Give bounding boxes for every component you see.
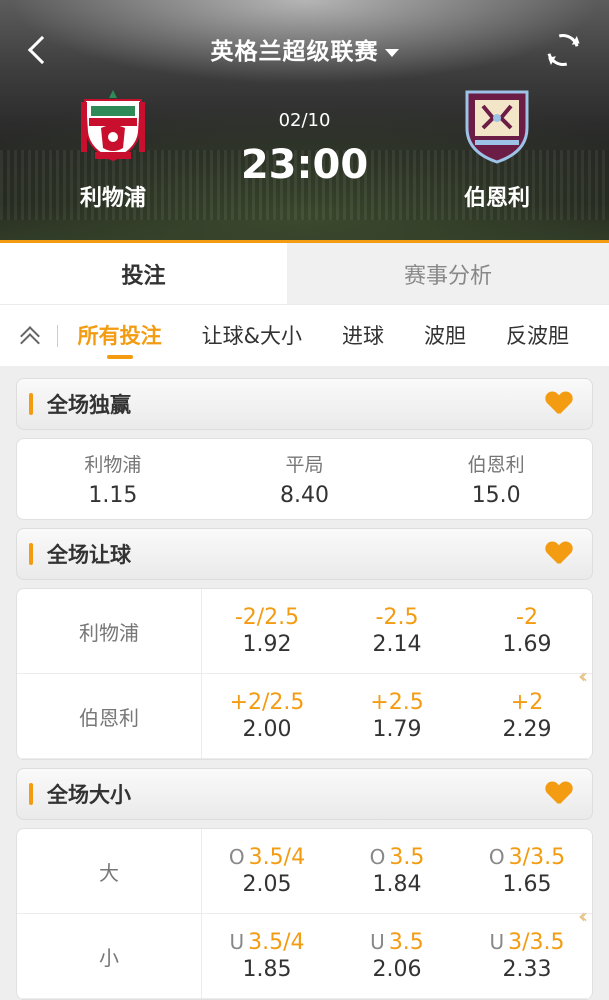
handicap-line: +2/2.5 — [229, 690, 305, 715]
section-header-over-under[interactable]: 全场大小 — [16, 768, 593, 820]
odds-cell[interactable]: O 3.5 1.84 — [332, 829, 462, 913]
over-row: 大 O 3.5/4 2.05 O 3.5 1.84 O 3/3.5 1.65 — [17, 829, 592, 914]
over-under-card: 大 O 3.5/4 2.05 O 3.5 1.84 O 3/3.5 1.65 小 U3… — [16, 828, 593, 1000]
section-title: 全场大小 — [47, 783, 131, 807]
total-line: 3.5/4 — [248, 845, 306, 870]
handicap-card: 利物浦 -2/2.5 1.92 -2.5 2.14 -2 1.69 伯恩利 +2… — [16, 588, 593, 760]
odds-cell[interactable]: +2/2.5 2.00 — [202, 674, 332, 758]
row-label: 伯恩利 — [17, 674, 202, 758]
odds-draw[interactable]: 平局 8.40 — [209, 439, 401, 519]
total-line: 3/3.5 — [508, 930, 565, 955]
odds-cell[interactable]: U 3/3.5 2.33 — [462, 914, 592, 998]
tab-handicap-total[interactable]: 让球&大小 — [202, 305, 302, 366]
under-prefix: U — [489, 930, 505, 954]
double-chevron-up-icon[interactable] — [12, 316, 45, 356]
tab-analysis[interactable]: 赛事分析 — [287, 243, 609, 304]
odds-value: 1.85 — [242, 957, 292, 982]
odds-cell[interactable]: -2 1.69 — [462, 589, 592, 673]
odds-cell[interactable]: U 3.5 2.06 — [332, 914, 462, 998]
odds-cell[interactable]: U 3.5/4 1.85 — [202, 914, 332, 998]
over-prefix: O — [488, 845, 505, 869]
heart-icon[interactable] — [546, 542, 572, 566]
win-draw-win-card: 利物浦 1.15 平局 8.40 伯恩利 15.0 — [16, 438, 593, 520]
main-tabs: 投注 赛事分析 — [0, 240, 609, 304]
total-line: 3.5/4 — [248, 930, 305, 955]
selection-label: 平局 — [285, 454, 324, 476]
selection-label: 伯恩利 — [467, 454, 525, 476]
total-line: 3.5 — [389, 845, 425, 870]
odds-value: 2.05 — [242, 872, 292, 897]
section-title: 全场让球 — [47, 543, 131, 567]
odds-content: 全场独赢 利物浦 1.15 平局 8.40 伯恩利 15.0 全场让球 利物浦 … — [0, 366, 609, 1000]
section-accent-bar — [29, 783, 33, 805]
handicap-line: -2.5 — [375, 605, 419, 630]
row-label: 利物浦 — [17, 589, 202, 673]
heart-icon[interactable] — [546, 782, 572, 806]
odds-cell[interactable]: +2.5 1.79 — [332, 674, 462, 758]
tab-bet[interactable]: 投注 — [0, 243, 287, 304]
double-chevron-left-icon[interactable]: ‹‹ — [578, 664, 588, 688]
row-label: 大 — [17, 829, 202, 913]
tab-reverse-correct-score[interactable]: 反波胆 — [506, 305, 569, 366]
section-header-handicap[interactable]: 全场让球 — [16, 528, 593, 580]
heart-icon[interactable] — [546, 392, 572, 416]
league-selector[interactable]: 英格兰超级联赛 — [0, 32, 609, 66]
double-chevron-left-icon[interactable]: ‹‹ — [578, 904, 588, 928]
total-line: 3/3.5 — [508, 845, 566, 870]
tab-all-bets[interactable]: 所有投注 — [78, 305, 162, 366]
handicap-line: -2/2.5 — [234, 605, 300, 630]
odds-value: 1.69 — [502, 632, 552, 657]
handicap-line: +2.5 — [370, 690, 424, 715]
over-prefix: O — [228, 845, 245, 869]
tab-goals[interactable]: 进球 — [342, 305, 384, 366]
odds-value: 2.29 — [502, 717, 552, 742]
over-prefix: O — [369, 845, 386, 869]
odds-home-win[interactable]: 利物浦 1.15 — [17, 439, 209, 519]
away-team: 伯恩利 — [432, 88, 562, 212]
section-title: 全场独赢 — [47, 393, 131, 417]
odds-value: 8.40 — [280, 483, 329, 508]
odds-value: 1.92 — [242, 632, 292, 657]
handicap-row-home: 利物浦 -2/2.5 1.92 -2.5 2.14 -2 1.69 — [17, 589, 592, 674]
odds-cell[interactable]: -2.5 2.14 — [332, 589, 462, 673]
under-prefix: U — [229, 930, 245, 954]
under-row: 小 U 3.5/4 1.85 U 3.5 2.06 U 3/3.5 2.33 — [17, 914, 592, 999]
odds-value: 1.65 — [502, 872, 552, 897]
total-line: 3.5 — [388, 930, 424, 955]
odds-value: 2.06 — [372, 957, 422, 982]
caret-down-icon — [384, 48, 399, 57]
league-title: 英格兰超级联赛 — [210, 39, 379, 65]
odds-away-win[interactable]: 伯恩利 15.0 — [400, 439, 592, 519]
selection-label: 利物浦 — [84, 454, 142, 476]
odds-value: 2.00 — [242, 717, 292, 742]
row-label: 小 — [17, 914, 202, 998]
bet-type-tabs: 所有投注 让球&大小 进球 波胆 反波胆 — [0, 304, 609, 366]
under-prefix: U — [370, 930, 385, 954]
odds-value: 15.0 — [471, 483, 521, 508]
odds-cell[interactable]: O 3.5/4 2.05 — [202, 829, 332, 913]
odds-cell[interactable]: -2/2.5 1.92 — [202, 589, 332, 673]
tab-correct-score[interactable]: 波胆 — [424, 305, 466, 366]
odds-cell[interactable]: O 3/3.5 1.65 — [462, 829, 592, 913]
handicap-line: -2 — [516, 605, 538, 630]
section-accent-bar — [29, 543, 33, 565]
odds-value: 1.79 — [372, 717, 422, 742]
handicap-row-away: 伯恩利 +2/2.5 2.00 +2.5 1.79 +2 2.29 — [17, 674, 592, 759]
odds-cell[interactable]: +2 2.29 — [462, 674, 592, 758]
section-accent-bar — [29, 393, 33, 415]
odds-value: 1.15 — [88, 483, 138, 508]
odds-value: 1.84 — [372, 872, 422, 897]
divider — [56, 324, 58, 347]
handicap-line: +2 — [510, 690, 544, 715]
away-team-name: 伯恩利 — [463, 186, 530, 211]
match-header: 英格兰超级联赛 利物浦 02/10 23:00 伯恩利 — [0, 0, 609, 240]
odds-value: 2.14 — [372, 632, 422, 657]
section-header-win-draw-win[interactable]: 全场独赢 — [16, 378, 593, 430]
odds-value: 2.33 — [502, 957, 552, 982]
burnley-crest-icon — [465, 90, 529, 164]
